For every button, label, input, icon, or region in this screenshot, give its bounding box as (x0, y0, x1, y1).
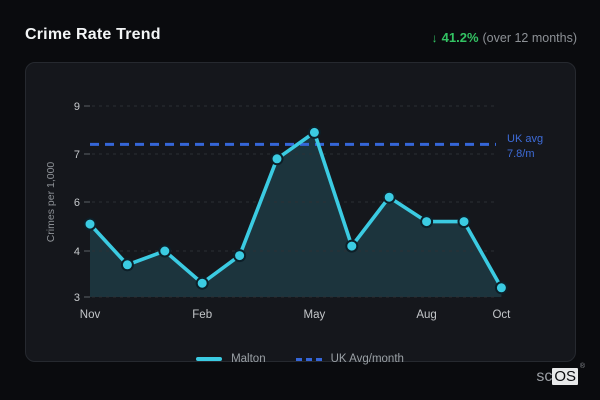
legend-label: Malton (231, 353, 266, 365)
data-point (420, 215, 434, 229)
data-point (494, 281, 508, 295)
data-point (158, 244, 172, 258)
crime-trend-chart: 3 4 6 7 9 Nov Feb May Aug Oct Crimes per 1,000 UK… (45, 101, 543, 321)
data-point (195, 276, 209, 290)
legend-item-uk-avg: UK Avg/month (295, 353, 404, 365)
data-point (345, 239, 359, 253)
data-point (270, 152, 284, 166)
x-tick-label: May (304, 309, 326, 321)
x-tick-label: Aug (416, 309, 436, 321)
logo-prefix: sc (536, 367, 553, 385)
y-tick-label: 7 (74, 149, 80, 161)
data-point (83, 217, 97, 231)
scos-logo: sc OS ® (536, 363, 585, 385)
data-point (233, 249, 247, 263)
logo-box: OS ® (552, 363, 585, 385)
chart-legend: Malton UK Avg/month (0, 353, 600, 365)
series-area-fill (90, 132, 502, 297)
data-point (120, 258, 134, 272)
legend-label: UK Avg/month (330, 353, 404, 365)
registered-trademark-icon: ® (579, 363, 585, 370)
reference-line-value: 7.8/m (507, 148, 535, 160)
y-tick-label: 4 (74, 246, 80, 258)
y-tick-label: 9 (74, 101, 80, 113)
solid-line-swatch-icon (196, 357, 223, 361)
data-point (307, 125, 321, 139)
x-tick-label: Oct (492, 309, 511, 321)
data-point (457, 215, 471, 229)
y-tick-label: 6 (74, 197, 80, 209)
y-axis-title: Crimes per 1,000 (45, 162, 57, 243)
y-tick-label: 3 (74, 292, 80, 304)
x-tick-label: Feb (192, 309, 212, 321)
legend-item-malton: Malton (196, 353, 266, 365)
logo-box-text: OS (554, 368, 576, 385)
dashed-line-swatch-icon (295, 357, 322, 361)
x-tick-label: Nov (80, 309, 101, 321)
data-point (382, 190, 396, 204)
reference-line-label: UK avg (507, 133, 543, 145)
